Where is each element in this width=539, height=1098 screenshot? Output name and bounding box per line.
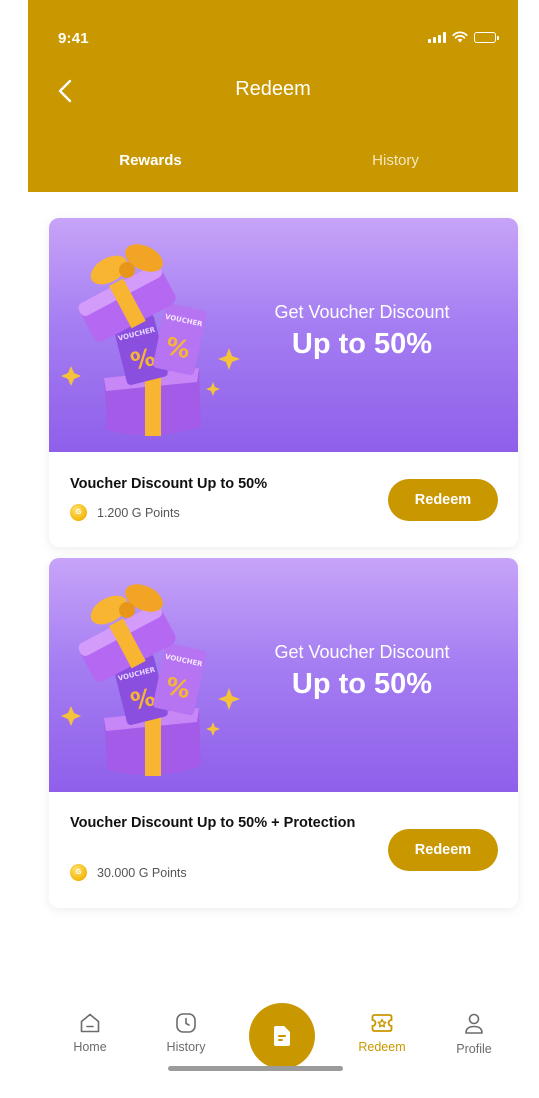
header: 9:41 Redeem Rewards History [28, 0, 518, 192]
status-time: 9:41 [58, 30, 89, 47]
page-title: Redeem [235, 78, 311, 100]
coin-icon: G [70, 504, 87, 521]
reward-info: Voucher Discount Up to 50% + Protection … [49, 792, 518, 908]
banner-subtitle: Get Voucher Discount [274, 302, 450, 322]
points-row: G 30.000 G Points [70, 864, 187, 881]
home-icon [80, 1013, 100, 1033]
status-icons [428, 31, 499, 43]
points-value: 1.200 G Points [97, 505, 180, 520]
reward-banner: VOUCHER % VOUCHER % Get Voucher Discount… [49, 218, 518, 452]
bottom-nav: Home History Redeem Profile [28, 1000, 518, 1098]
nav-label: Profile [456, 1042, 492, 1056]
reward-title: Voucher Discount Up to 50% [70, 476, 268, 492]
banner-title: Up to 50% [291, 668, 433, 700]
nav-item-history[interactable]: History [154, 1012, 218, 1054]
nav-item-home[interactable]: Home [58, 1012, 122, 1054]
banner-subtitle: Get Voucher Discount [274, 642, 450, 662]
points-row: G 1.200 G Points [70, 504, 180, 521]
document-icon [274, 1026, 290, 1046]
coin-icon: G [70, 864, 87, 881]
tab-bar: Rewards History [28, 140, 518, 192]
points-value: 30.000 G Points [97, 865, 187, 880]
battery-icon [474, 31, 499, 43]
reward-card[interactable]: VOUCHER % VOUCHER % Get Voucher Discount [49, 558, 518, 908]
redeem-button[interactable]: Redeem [388, 479, 498, 521]
reward-title: Voucher Discount Up to 50% + Protection [70, 815, 356, 831]
nav-label: Home [73, 1040, 107, 1054]
home-indicator[interactable] [168, 1066, 343, 1071]
nav-label: History [166, 1040, 206, 1054]
reward-banner: VOUCHER % VOUCHER % Get Voucher Discount [49, 558, 518, 792]
tab-rewards[interactable]: Rewards [28, 140, 273, 192]
reward-card[interactable]: VOUCHER % VOUCHER % Get Voucher Discount… [49, 218, 518, 547]
nav-item-profile[interactable]: Profile [442, 1012, 506, 1056]
gift-box-illustration: VOUCHER % VOUCHER % [61, 584, 240, 776]
nav-label: Redeem [358, 1040, 406, 1054]
tab-history[interactable]: History [273, 140, 518, 192]
wifi-icon [452, 31, 468, 43]
clock-icon [176, 1013, 196, 1033]
screen: 9:41 Redeem Rewards History VOUCHER % VO… [28, 0, 518, 1098]
reward-info: Voucher Discount Up to 50% G 1.200 G Poi… [49, 452, 518, 547]
user-icon [465, 1013, 483, 1034]
banner-title: Up to 50% [291, 328, 433, 360]
signal-icon [428, 31, 446, 43]
redeem-button[interactable]: Redeem [388, 829, 498, 871]
ticket-icon [371, 1014, 393, 1032]
gift-box-illustration: VOUCHER % VOUCHER % [61, 244, 240, 436]
status-bar: 9:41 [28, 0, 518, 60]
nav-item-redeem[interactable]: Redeem [350, 1012, 414, 1054]
center-action-button[interactable] [249, 1003, 315, 1069]
